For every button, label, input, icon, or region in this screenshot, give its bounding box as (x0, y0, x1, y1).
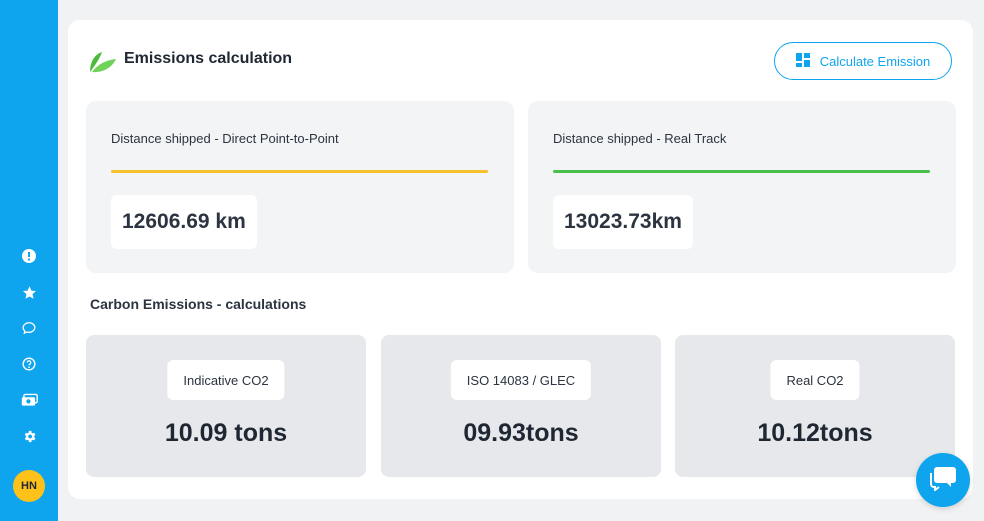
co2-card-iso: ISO 14083 / GLEC 09.93tons (381, 335, 661, 477)
distance-direct-value: 12606.69 km (111, 195, 257, 249)
emissions-card: Emissions calculation Calculate Emission… (68, 20, 973, 499)
avatar[interactable]: HN (13, 470, 45, 502)
co2-card-label: ISO 14083 / GLEC (450, 360, 592, 400)
gear-icon[interactable] (20, 427, 38, 445)
distance-track-value: 13023.73km (553, 195, 693, 249)
co2-card-value: 10.12tons (757, 419, 873, 447)
alert-icon[interactable] (20, 247, 38, 265)
money-icon[interactable] (20, 391, 38, 409)
calculate-emission-label: Calculate Emission (819, 53, 931, 69)
distance-track-bar (553, 170, 930, 173)
co2-card-label: Real CO2 (770, 360, 860, 400)
carbon-section-title: Carbon Emissions - calculations (90, 296, 307, 312)
calculate-emission-button[interactable]: Calculate Emission (774, 42, 952, 80)
leaf-icon (88, 46, 118, 79)
co2-card-real: Real CO2 10.12tons (675, 335, 955, 477)
distance-track-panel: Distance shipped - Real Track 13023.73km (528, 101, 956, 273)
star-icon[interactable] (20, 283, 38, 301)
co2-card-value: 09.93tons (463, 419, 579, 447)
co2-card-label: Indicative CO2 (167, 360, 285, 400)
co2-card-value: 10.09 tons (164, 419, 288, 447)
chat-bubble-icon[interactable] (20, 319, 38, 337)
distance-direct-bar (111, 170, 488, 173)
chat-widget-button[interactable] (916, 453, 970, 507)
page-title: Emissions calculation (124, 50, 293, 67)
distance-track-label: Distance shipped - Real Track (553, 131, 727, 146)
distance-direct-label: Distance shipped - Direct Point-to-Point (111, 131, 339, 146)
co2-card-indicative: Indicative CO2 10.09 tons (86, 335, 366, 477)
chat-icon (929, 465, 957, 496)
dashboard-icon (795, 52, 810, 70)
help-icon[interactable] (20, 355, 38, 373)
sidebar: HN (0, 0, 58, 521)
distance-direct-panel: Distance shipped - Direct Point-to-Point… (86, 101, 514, 273)
